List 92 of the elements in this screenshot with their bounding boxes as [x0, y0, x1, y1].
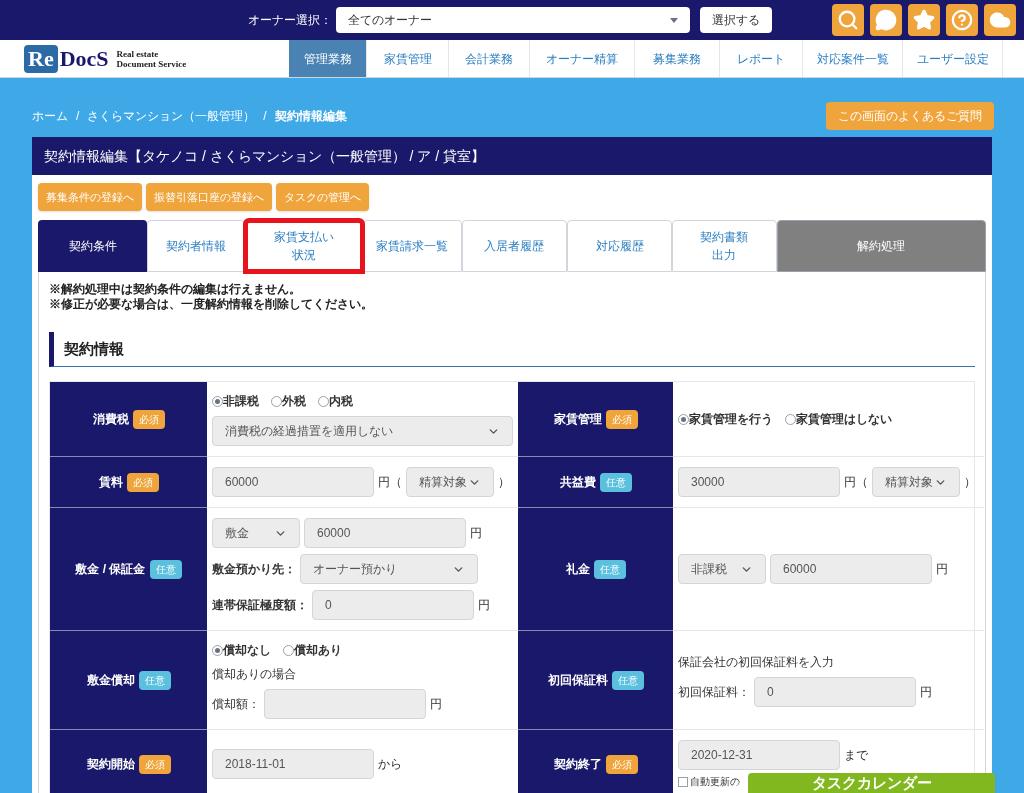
radio-label: 内税 [329, 393, 353, 410]
form-label: 礼金 [565, 561, 590, 578]
panel-title: 契約情報編集【タケノコ / さくらマンション（一般管理） / ア / 貸室】 [44, 146, 485, 166]
nav-tab[interactable]: 家賃管理 [367, 40, 449, 77]
dropdown[interactable]: 非課税 [678, 554, 766, 584]
badge: 任意 [138, 670, 171, 690]
breadcrumb-separator: / [263, 107, 267, 125]
field-text: 円（ [844, 474, 868, 491]
tab[interactable]: 入居者履歴 [461, 220, 568, 272]
tab[interactable]: 家賃支払い 状況 [245, 220, 363, 272]
radio-label: 非課税 [223, 393, 259, 410]
field-text: 償却ありの場合 [212, 666, 296, 683]
nav-tab[interactable]: レポート [720, 40, 803, 77]
badge: 必須 [605, 754, 638, 774]
dropdown[interactable]: 精算対象 [872, 467, 960, 497]
dropdown[interactable]: 敷金 [212, 518, 300, 548]
field-text: 円 [920, 684, 932, 701]
badge: 任意 [611, 670, 644, 690]
field-text: 保証会社の初回保証料を入力 [678, 654, 834, 671]
form-label: 契約終了 [553, 756, 602, 773]
radio-label: 家賃管理を行う [689, 411, 773, 428]
badge: 必須 [605, 409, 638, 429]
form-label: 家賃管理 [553, 411, 602, 428]
input-field[interactable]: 2018-11-01 [212, 749, 374, 779]
field-label: 敷金預かり先： [212, 561, 296, 578]
form-label: 共益費 [559, 474, 596, 491]
form-label: 初回保証料 [547, 672, 608, 689]
nav-tab[interactable]: 募集業務 [635, 40, 720, 77]
tab[interactable]: 契約者情報 [147, 220, 246, 272]
logo-tagline: Real estate [116, 48, 160, 59]
form-label: 賃料 [98, 474, 123, 491]
tab[interactable]: 解約処理 [776, 220, 986, 272]
nav-tab[interactable]: 会計業務 [449, 40, 530, 77]
badge: 必須 [138, 754, 171, 774]
badge: 任意 [149, 559, 182, 579]
input-field[interactable]: 30000 [678, 467, 840, 497]
form-label: 敷金 / 保証金 [75, 561, 146, 578]
dropdown[interactable]: 消費税の経過措置を適用しない [212, 416, 513, 446]
field-text: 円 [470, 525, 482, 542]
input-field[interactable]: 60000 [212, 467, 374, 497]
field-text: から [378, 756, 402, 773]
field-text: 償却額： [212, 696, 260, 713]
owner-label: オーナー選択： [248, 12, 332, 29]
logo-mark: Re [24, 44, 58, 73]
radio-label: 外税 [282, 393, 306, 410]
dropdown[interactable]: オーナー預かり [300, 554, 478, 584]
input-field[interactable]: 0 [754, 677, 916, 707]
select-button[interactable]: 選択する [700, 7, 772, 33]
field-text: 円 [430, 696, 442, 713]
field-text: 初回保証料： [678, 684, 750, 701]
nav-tab[interactable]: 対応案件一覧 [803, 40, 903, 77]
input-field[interactable]: 60000 [304, 518, 466, 548]
note-text: ※解約処理中は契約条件の編集は行えません。 [49, 282, 302, 297]
breadcrumb-separator: / [76, 107, 80, 125]
field-label: 連帯保証極度額： [212, 597, 308, 614]
badge: 任意 [593, 559, 626, 579]
tab[interactable]: 契約書類 出力 [672, 220, 777, 272]
field-text: ） [498, 474, 510, 491]
radio-label: 償却あり [294, 642, 342, 659]
radio-label: 家賃管理はしない [796, 411, 892, 428]
logo-tagline: Document Service [116, 58, 187, 69]
input-field[interactable]: 2020-12-31 [678, 740, 840, 770]
breadcrumb-link[interactable]: ホーム [32, 106, 68, 125]
checkbox-label: 自動更新の [690, 776, 740, 788]
form-label: 消費税 [92, 411, 129, 428]
note-text: ※修正が必要な場合は、一度解約情報を削除してください。 [49, 297, 374, 312]
nav-tab[interactable]: オーナー精算 [530, 40, 635, 77]
logo-name: DocS [59, 45, 109, 73]
badge: 任意 [599, 472, 632, 492]
owner-dropdown[interactable]: 全てのオーナー [336, 7, 690, 33]
badge: 必須 [132, 409, 165, 429]
field-text: 円（ [378, 474, 402, 491]
input-field[interactable]: 0 [312, 590, 474, 620]
badge: 必須 [126, 472, 159, 492]
radio-label: 償却なし [223, 642, 271, 659]
input-field[interactable]: 60000 [770, 554, 932, 584]
section-heading: 契約情報 [49, 332, 975, 367]
tab[interactable]: 契約条件 [38, 220, 148, 272]
form-label: 契約開始 [86, 756, 135, 773]
field-text: 円 [936, 561, 948, 578]
tab[interactable]: 対応履歴 [567, 220, 673, 272]
form-label: 敷金償却 [86, 672, 135, 689]
breadcrumb-link[interactable]: さくらマンション（一般管理） [87, 106, 256, 125]
nav-tab[interactable]: ユーザー設定 [903, 40, 1003, 77]
breadcrumb-current: 契約情報編集 [274, 107, 347, 125]
field-text: ） [964, 474, 976, 491]
field-text: 円 [478, 597, 490, 614]
nav-tab[interactable]: 管理業務 [289, 40, 367, 77]
tab[interactable]: 家賃請求一覧 [362, 220, 462, 272]
dropdown[interactable]: 精算対象 [406, 467, 494, 497]
task-calendar-button[interactable]: タスクカレンダー [748, 773, 995, 793]
field-text: まで [844, 747, 868, 764]
